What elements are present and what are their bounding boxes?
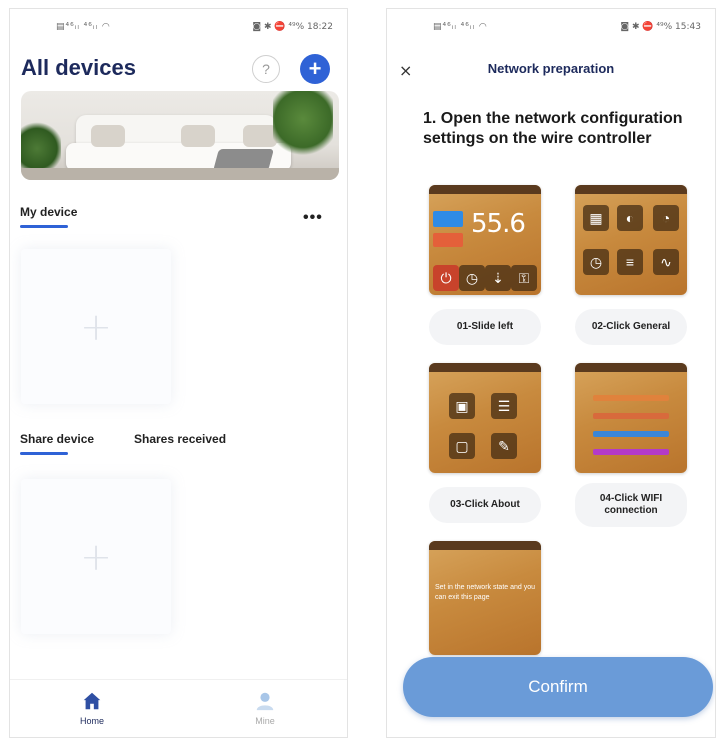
power-icon: ⏻	[433, 265, 459, 291]
menu-row	[593, 413, 669, 419]
user-icon	[256, 692, 274, 711]
step-4-label: 04-Click WIFI connection	[575, 483, 687, 527]
floor	[21, 168, 339, 180]
screenshot-panel	[433, 233, 463, 247]
clock-icon: ◷	[459, 265, 485, 291]
nav-mine[interactable]: Mine	[235, 690, 295, 726]
status-right: ◙ ✱ ⛔ ⁴⁹% 18:22	[252, 22, 333, 32]
tab-my-device[interactable]: My device	[20, 205, 77, 219]
tool-icon: ✎	[491, 433, 517, 459]
status-right: ◙ ✱ ⛔ ⁴⁹% 15:43	[620, 22, 701, 32]
banner-image[interactable]	[21, 91, 339, 180]
temperature-readout: 55.6	[471, 209, 526, 239]
plus-icon: +	[80, 534, 112, 579]
help-button[interactable]: ?	[252, 55, 280, 83]
screenshot-topbar	[575, 185, 687, 194]
all-devices-screen: ▤⁴⁶ᵢₗ ⁴⁶ᵢₗ ◠ ◙ ✱ ⛔ ⁴⁹% 18:22 All devices…	[9, 8, 348, 738]
thermometer-icon: ⇣	[485, 265, 511, 291]
step-3-label: 03-Click About	[429, 487, 541, 523]
page-title: All devices	[21, 55, 136, 80]
empty-device-slot[interactable]: +	[21, 249, 171, 404]
menu-row	[593, 395, 669, 401]
step-5-note: Set in the network state and you can exi…	[435, 584, 536, 601]
screenshot-topbar	[429, 185, 541, 194]
nav-home[interactable]: Home	[62, 690, 122, 726]
home-icon	[83, 692, 101, 710]
step-heading: 1. Open the network configuration settin…	[423, 110, 683, 147]
tab-shares-received[interactable]: Shares received	[134, 432, 226, 446]
grid-icon: ▦	[583, 205, 609, 231]
plus-icon: +	[80, 304, 112, 349]
document-icon: ☰	[491, 393, 517, 419]
status-bar: ▤⁴⁶ᵢₗ ⁴⁶ᵢₗ ◠ ◙ ✱ ⛔ ⁴⁹% 18:22	[10, 19, 347, 41]
step-1-label: 01-Slide left	[429, 309, 541, 345]
step-2-screenshot: ▦ ◐ ◔ ◷ ≡ ∿	[575, 185, 687, 295]
step-5-screenshot: Set in the network state and you can exi…	[429, 541, 541, 655]
clock-icon: ◷	[583, 249, 609, 275]
screenshot-topbar	[429, 541, 541, 550]
mute-icon: ◐	[617, 205, 643, 231]
more-options-icon[interactable]: •••	[303, 209, 323, 227]
tab-underline	[20, 225, 68, 228]
pillow	[243, 125, 277, 147]
about-icon: ▢	[449, 433, 475, 459]
signal-indicators: ▤⁴⁶ᵢₗ ⁴⁶ᵢₗ ◠	[56, 22, 111, 32]
step-2-label: 02-Click General	[575, 309, 687, 345]
menu-row-wifi	[593, 449, 669, 455]
screenshot-panel	[433, 211, 463, 227]
menu-row	[593, 431, 669, 437]
lock-icon: ⚿	[511, 265, 537, 291]
tab-share-device[interactable]: Share device	[20, 432, 94, 446]
signal-indicators: ▤⁴⁶ᵢₗ ⁴⁶ᵢₗ ◠	[433, 22, 488, 32]
confirm-button[interactable]: Confirm	[403, 657, 713, 717]
add-device-button[interactable]: +	[300, 54, 330, 84]
pillow	[181, 125, 215, 147]
tab-underline	[20, 452, 68, 455]
page-title: Network preparation	[487, 61, 615, 76]
nav-mine-label: Mine	[255, 716, 275, 726]
pillow	[91, 125, 125, 147]
screenshot-topbar	[575, 363, 687, 372]
step-4-screenshot	[575, 363, 687, 473]
timer-icon: ◔	[653, 205, 679, 231]
screenshot-topbar	[429, 363, 541, 372]
nav-home-label: Home	[79, 716, 104, 726]
bottom-nav: Home Mine	[10, 679, 347, 737]
status-bar: ▤⁴⁶ᵢₗ ⁴⁶ᵢₗ ◠ ◙ ✱ ⛔ ⁴⁹% 15:43	[387, 19, 715, 41]
empty-share-slot[interactable]: +	[21, 479, 171, 634]
heater-icon: ≡	[617, 249, 643, 275]
curve-icon: ∿	[653, 249, 679, 275]
plant-right	[273, 91, 333, 161]
folder-icon: ▣	[449, 393, 475, 419]
step-1-screenshot: 55.6 ⏻ ◷ ⇣ ⚿	[429, 185, 541, 295]
step-3-screenshot: ▣ ☰ ▢ ✎	[429, 363, 541, 473]
network-preparation-screen: ▤⁴⁶ᵢₗ ⁴⁶ᵢₗ ◠ ◙ ✱ ⛔ ⁴⁹% 15:43 × Network p…	[386, 8, 716, 738]
